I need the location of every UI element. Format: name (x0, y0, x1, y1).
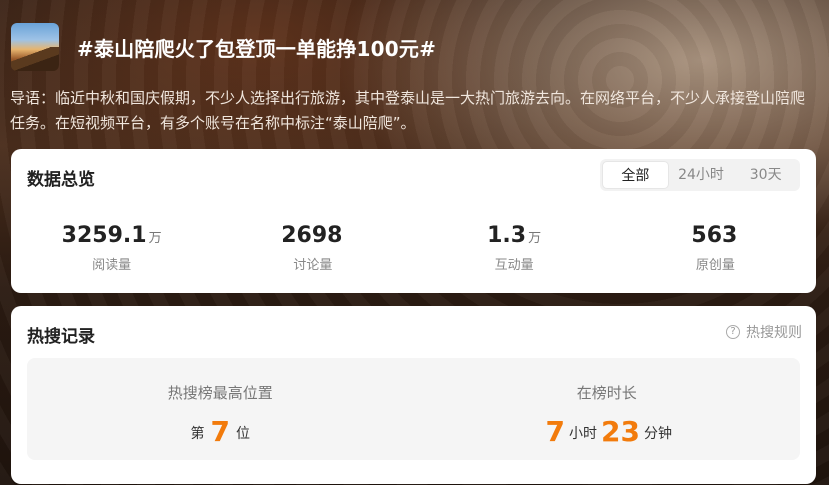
question-icon: ? (726, 325, 740, 339)
duration-hours-unit: 小时 (569, 426, 597, 442)
duration-minutes-unit: 分钟 (643, 426, 672, 442)
topic-header: #泰山陪爬火了包登顶一单能挣100元# (11, 22, 818, 72)
stat-read-unit: 万 (148, 231, 162, 246)
duration-minutes-value: 23 (601, 415, 640, 448)
tab-24h[interactable]: 24小时 (669, 161, 734, 189)
hot-search-summary: 热搜榜最高位置 第7位 在榜时长 7 小时 23 分钟 (27, 358, 800, 460)
stats-row: 3259.1 万 阅读量 2698 讨论量 1.3 万 互动量 563 原创量 (11, 223, 816, 273)
stat-read-label: 阅读量 (92, 258, 132, 273)
stat-discussion-value: 2698 (281, 223, 343, 248)
stat-original: 563 原创量 (615, 223, 816, 273)
stat-original-value: 563 (691, 223, 738, 248)
data-overview-card: 数据总览 全部 24小时 30天 3259.1 万 阅读量 2698 讨论量 1.… (11, 149, 816, 293)
data-overview-title: 数据总览 (27, 170, 95, 190)
tab-all[interactable]: 全部 (602, 161, 669, 189)
stat-interaction-value: 1.3 (487, 223, 527, 248)
duration-hours-value: 7 (545, 415, 565, 448)
hot-search-rules-link[interactable]: ? 热搜规则 (726, 322, 802, 342)
stat-read: 3259.1 万 阅读量 (11, 223, 212, 273)
stat-original-label: 原创量 (695, 258, 735, 273)
highest-position-value: 7 (210, 415, 230, 448)
time-range-tabs: 全部 24小时 30天 (600, 159, 800, 191)
stat-discussion: 2698 讨论量 (212, 223, 413, 273)
on-list-duration: 在榜时长 7 小时 23 分钟 (414, 358, 801, 460)
on-list-duration-label: 在榜时长 (576, 384, 637, 402)
highest-position: 热搜榜最高位置 第7位 (27, 358, 414, 460)
highest-position-prefix: 第 (190, 426, 205, 442)
tab-30d[interactable]: 30天 (733, 161, 798, 189)
hot-search-rules-label: 热搜规则 (746, 325, 802, 341)
stat-interaction-label: 互动量 (494, 258, 534, 273)
highest-position-label: 热搜榜最高位置 (167, 384, 273, 402)
stat-interaction-unit: 万 (528, 231, 542, 246)
stat-discussion-label: 讨论量 (293, 258, 333, 273)
stat-interaction: 1.3 万 互动量 (414, 223, 615, 273)
hot-search-title: 热搜记录 (27, 327, 95, 347)
stat-read-value: 3259.1 (61, 223, 147, 248)
hot-search-card: 热搜记录 ? 热搜规则 热搜榜最高位置 第7位 在榜时长 7 小时 23 分钟 (11, 306, 816, 484)
highest-position-suffix: 位 (235, 426, 250, 442)
topic-title: #泰山陪爬火了包登顶一单能挣100元# (77, 36, 437, 61)
topic-thumbnail (11, 23, 59, 71)
topic-intro: 导语：临近中秋和国庆假期，不少人选择出行旅游，其中登泰山是一大热门旅游去向。在网… (10, 89, 806, 132)
